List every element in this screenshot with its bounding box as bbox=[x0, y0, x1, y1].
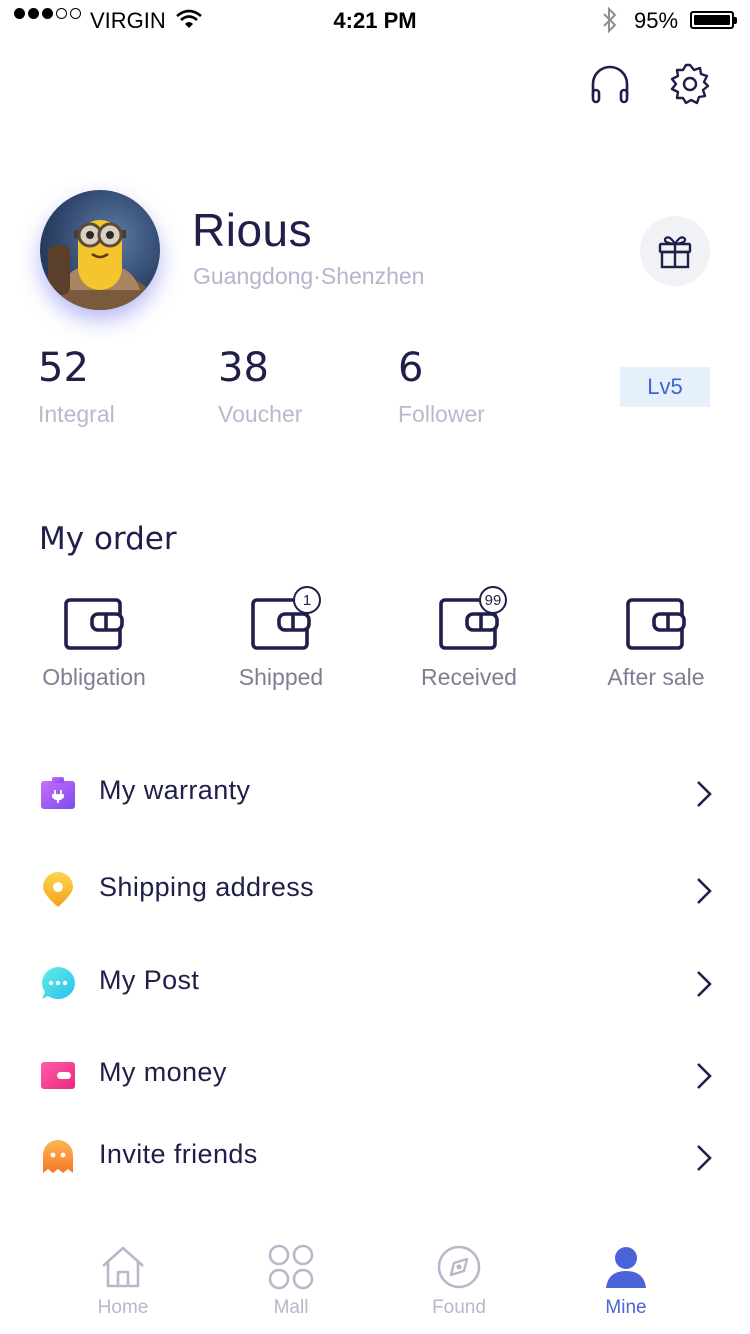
gear-icon[interactable] bbox=[668, 62, 712, 106]
wallet-icon bbox=[64, 598, 124, 650]
home-icon bbox=[102, 1246, 144, 1288]
chevron-right-icon bbox=[697, 971, 712, 997]
minion-avatar-image bbox=[42, 220, 158, 310]
order-label: Shipped bbox=[238, 664, 324, 690]
count-badge: 99 bbox=[479, 586, 507, 614]
tab-mall[interactable]: Mall bbox=[231, 1244, 351, 1319]
battery-percentage: 95% bbox=[634, 8, 679, 33]
menu-item-label: My Post bbox=[99, 965, 200, 995]
chevron-right-icon bbox=[697, 1063, 712, 1089]
menu-item-my-warranty[interactable]: My warranty bbox=[0, 758, 750, 828]
order-received[interactable]: 99 Received bbox=[384, 586, 554, 691]
profile-name: Rious bbox=[192, 204, 313, 256]
menu-item-label: My money bbox=[99, 1057, 227, 1087]
profile-location: Guangdong·Shenzhen bbox=[193, 263, 425, 289]
menu-item-label: Shipping address bbox=[99, 872, 315, 902]
user-icon bbox=[606, 1247, 646, 1288]
order-label: Received bbox=[421, 664, 517, 690]
chat-bubble-icon bbox=[42, 967, 75, 999]
stat-integral-label: Integral bbox=[38, 401, 115, 427]
menu-item-label: My warranty bbox=[99, 775, 251, 805]
wallet-icon bbox=[41, 1062, 75, 1089]
menu-item-invite-friends[interactable]: Invite friends bbox=[0, 1122, 750, 1192]
tab-found[interactable]: Found bbox=[399, 1244, 519, 1319]
battery-icon bbox=[690, 11, 737, 29]
grid-icon bbox=[268, 1244, 314, 1290]
warranty-icon bbox=[41, 777, 75, 809]
location-pin-icon bbox=[43, 872, 73, 907]
chevron-right-icon bbox=[697, 878, 712, 904]
chevron-right-icon bbox=[697, 781, 712, 807]
menu-item-my-post[interactable]: My Post bbox=[0, 948, 750, 1018]
status-bar: VIRGIN 4:21 PM 95% bbox=[0, 0, 750, 40]
order-after-sale[interactable]: After sale bbox=[571, 596, 741, 691]
avatar[interactable] bbox=[40, 190, 160, 310]
tab-home[interactable]: Home bbox=[63, 1244, 183, 1319]
menu-item-my-money[interactable]: My money bbox=[0, 1040, 750, 1110]
stat-voucher-label: Voucher bbox=[218, 401, 303, 427]
count-badge: 1 bbox=[293, 586, 321, 614]
menu-item-label: Invite friends bbox=[99, 1139, 258, 1169]
order-label: Obligation bbox=[42, 664, 146, 690]
wallet-icon bbox=[626, 598, 686, 650]
tab-label: Mall bbox=[273, 1297, 309, 1318]
menu-item-shipping-address[interactable]: Shipping address bbox=[0, 855, 750, 925]
stat-integral-value[interactable]: 52 bbox=[38, 345, 89, 391]
tab-label: Mine bbox=[605, 1297, 647, 1318]
order-label: After sale bbox=[607, 664, 705, 690]
level-badge[interactable]: Lv5 bbox=[620, 367, 710, 407]
stat-voucher-value[interactable]: 38 bbox=[218, 345, 269, 391]
gift-button[interactable] bbox=[640, 216, 710, 286]
chevron-right-icon bbox=[697, 1145, 712, 1171]
bluetooth-icon bbox=[603, 6, 617, 34]
tab-label: Home bbox=[97, 1297, 149, 1318]
tab-label: Found bbox=[432, 1297, 486, 1318]
stat-follower-value[interactable]: 6 bbox=[398, 345, 423, 391]
compass-icon bbox=[437, 1245, 481, 1289]
order-shipped[interactable]: 1 Shipped bbox=[196, 586, 366, 691]
gift-icon bbox=[658, 236, 692, 269]
headphones-icon[interactable] bbox=[588, 62, 632, 106]
ghost-icon bbox=[43, 1140, 73, 1173]
order-obligation[interactable]: Obligation bbox=[9, 596, 179, 691]
my-order-title: My order bbox=[39, 521, 177, 557]
stat-follower-label: Follower bbox=[398, 401, 485, 427]
tab-mine[interactable]: Mine bbox=[566, 1244, 686, 1319]
